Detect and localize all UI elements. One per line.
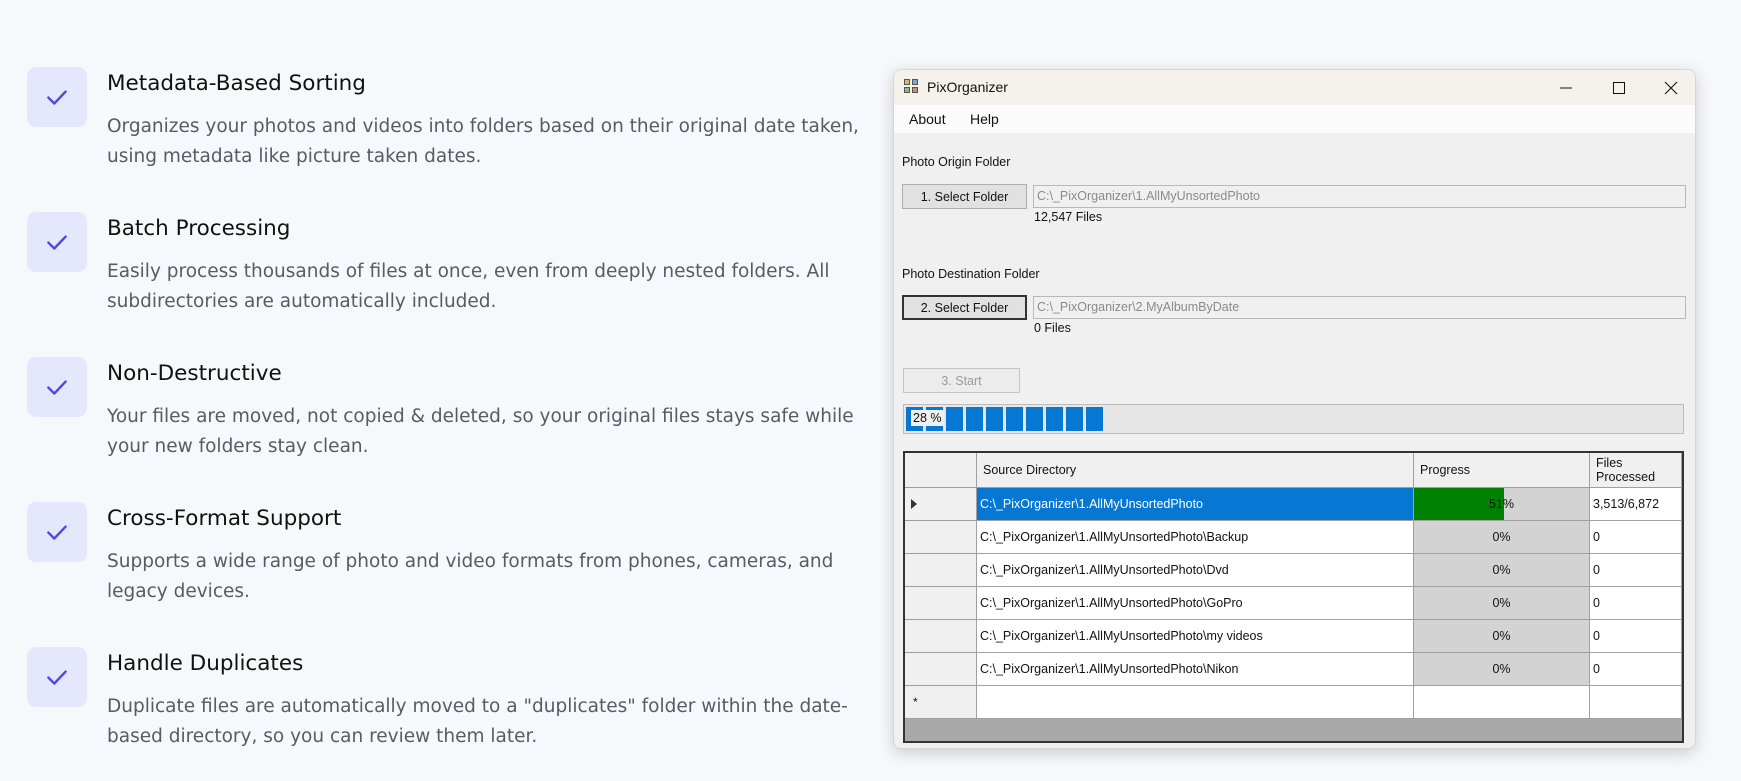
feature-description-line: Organizes your photos and videos into fo… <box>107 116 859 137</box>
new-row-marker: * <box>913 695 918 709</box>
check-icon <box>27 212 87 272</box>
check-icon <box>27 647 87 707</box>
check-icon <box>27 357 87 417</box>
feature-title: Batch Processing <box>107 216 291 241</box>
source-directory-cell[interactable]: C:\_PixOrganizer\1.AllMyUnsortedPhoto\Ni… <box>977 653 1414 686</box>
progress-segment <box>946 407 963 431</box>
close-icon <box>1664 81 1678 94</box>
feature-title: Non-Destructive <box>107 361 282 386</box>
new-row-header[interactable]: * <box>905 686 977 719</box>
progress-cell: 0% <box>1414 653 1590 686</box>
feature-description-line: based directory, so you can review them … <box>107 726 538 747</box>
feature-description: Duplicate files are automatically moved … <box>107 692 867 752</box>
feature-description: Easily process thousands of files at onc… <box>107 257 867 317</box>
feature-description-line: using metadata like picture taken dates. <box>107 146 482 167</box>
feature-title: Metadata-Based Sorting <box>107 71 366 96</box>
select-destination-folder-button[interactable]: 2. Select Folder <box>902 295 1027 320</box>
progress-segment <box>986 407 1003 431</box>
row-progress-label: 0% <box>1492 596 1511 610</box>
files-processed-cell[interactable]: 0 <box>1590 521 1682 554</box>
destination-file-count: 0 Files <box>1034 321 1071 335</box>
feature-description: Your files are moved, not copied & delet… <box>107 402 867 462</box>
progress-cell: 51% <box>1414 488 1590 521</box>
window-title: PixOrganizer <box>927 79 1008 95</box>
progress-segment <box>1006 407 1023 431</box>
origin-path-field[interactable]: C:\_PixOrganizer\1.AllMyUnsortedPhoto <box>1033 185 1686 208</box>
source-directory-cell[interactable]: C:\_PixOrganizer\1.AllMyUnsortedPhoto\my… <box>977 620 1414 653</box>
new-row-source-cell[interactable] <box>977 686 1414 719</box>
progress-segment <box>1026 407 1043 431</box>
select-origin-folder-button[interactable]: 1. Select Folder <box>902 184 1027 209</box>
files-processed-cell[interactable]: 0 <box>1590 554 1682 587</box>
progress-percent-label: 28 % <box>911 410 944 426</box>
source-directory-cell[interactable]: C:\_PixOrganizer\1.AllMyUnsortedPhoto\Ba… <box>977 521 1414 554</box>
destination-folder-label: Photo Destination Folder <box>902 267 1040 281</box>
row-progress-label: 51% <box>1488 497 1515 511</box>
progress-cell: 0% <box>1414 521 1590 554</box>
feature-description: Supports a wide range of photo and video… <box>107 547 867 607</box>
title-bar[interactable]: PixOrganizer <box>894 70 1695 105</box>
files-processed-cell[interactable]: 0 <box>1590 587 1682 620</box>
feature-description-line: your new folders stay clean. <box>107 436 369 457</box>
menu-about[interactable]: About <box>909 111 946 127</box>
close-button[interactable] <box>1646 70 1695 105</box>
feature-description-line: legacy devices. <box>107 581 250 602</box>
feature-title: Cross-Format Support <box>107 506 342 531</box>
progress-cell: 0% <box>1414 554 1590 587</box>
row-progress-label: 0% <box>1492 662 1511 676</box>
progress-segment <box>1086 407 1103 431</box>
minimize-icon <box>1560 87 1572 88</box>
start-button[interactable]: 3. Start <box>903 368 1020 393</box>
row-header[interactable] <box>905 653 977 686</box>
row-header[interactable] <box>905 554 977 587</box>
origin-folder-label: Photo Origin Folder <box>902 155 1011 169</box>
progress-segment <box>1066 407 1083 431</box>
feature-description-line: Your files are moved, not copied & delet… <box>107 406 854 427</box>
maximize-icon <box>1613 81 1625 94</box>
feature-description: Organizes your photos and videos into fo… <box>107 112 867 172</box>
directory-grid[interactable]: Source Directory Progress Files Processe… <box>903 451 1684 743</box>
overall-progress-bar: 28 % <box>903 404 1684 434</box>
progress-cell: 0% <box>1414 620 1590 653</box>
source-directory-cell[interactable]: C:\_PixOrganizer\1.AllMyUnsortedPhoto <box>977 488 1414 521</box>
files-processed-cell[interactable]: 0 <box>1590 653 1682 686</box>
column-header-source[interactable]: Source Directory <box>977 453 1414 488</box>
feature-description-line: Easily process thousands of files at onc… <box>107 261 830 282</box>
check-icon <box>27 67 87 127</box>
current-row-arrow-icon <box>911 499 917 509</box>
progress-cell: 0% <box>1414 587 1590 620</box>
grid-corner-header <box>905 453 977 488</box>
files-processed-cell[interactable]: 0 <box>1590 620 1682 653</box>
menu-bar: About Help <box>894 105 1695 133</box>
pixorganizer-window: PixOrganizer About Help Photo Origin Fol… <box>893 69 1696 749</box>
new-row-processed-cell[interactable] <box>1590 686 1682 719</box>
source-directory-cell[interactable]: C:\_PixOrganizer\1.AllMyUnsortedPhoto\Dv… <box>977 554 1414 587</box>
row-progress-label: 0% <box>1492 629 1511 643</box>
row-progress-label: 0% <box>1492 563 1511 577</box>
row-header[interactable] <box>905 488 977 521</box>
progress-segment <box>966 407 983 431</box>
row-header[interactable] <box>905 587 977 620</box>
app-icon <box>904 79 920 95</box>
origin-file-count: 12,547 Files <box>1034 210 1103 224</box>
feature-description-line: Supports a wide range of photo and video… <box>107 551 834 572</box>
feature-title: Handle Duplicates <box>107 651 304 676</box>
column-header-progress[interactable]: Progress <box>1414 453 1590 488</box>
feature-description-line: subdirectories are automatically include… <box>107 291 497 312</box>
menu-help[interactable]: Help <box>970 111 999 127</box>
row-header[interactable] <box>905 620 977 653</box>
column-header-files-processed[interactable]: Files Processed <box>1590 453 1682 488</box>
progress-segment <box>1046 407 1063 431</box>
destination-path-field[interactable]: C:\_PixOrganizer\2.MyAlbumByDate <box>1033 296 1686 319</box>
new-row-progress-cell[interactable] <box>1414 686 1590 719</box>
maximize-button[interactable] <box>1594 70 1644 105</box>
row-progress-label: 0% <box>1492 530 1511 544</box>
source-directory-cell[interactable]: C:\_PixOrganizer\1.AllMyUnsortedPhoto\Go… <box>977 587 1414 620</box>
files-processed-cell[interactable]: 3,513/6,872 <box>1590 488 1682 521</box>
row-header[interactable] <box>905 521 977 554</box>
minimize-button[interactable] <box>1541 70 1591 105</box>
feature-description-line: Duplicate files are automatically moved … <box>107 696 848 717</box>
check-icon <box>27 502 87 562</box>
